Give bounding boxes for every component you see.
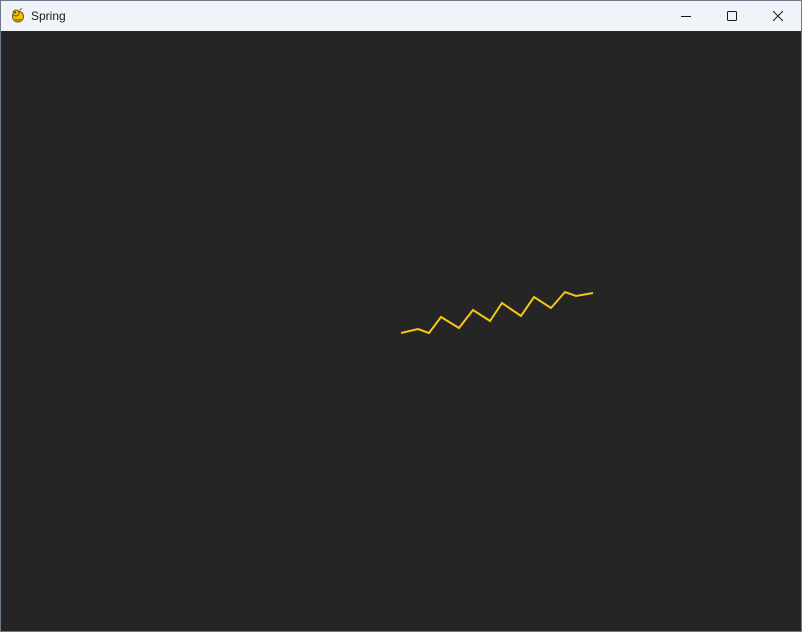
close-button[interactable] bbox=[755, 1, 801, 31]
spring-line bbox=[400, 290, 594, 335]
window-title: Spring bbox=[31, 9, 66, 23]
title-bar[interactable]: Spring bbox=[1, 1, 801, 31]
maximize-button[interactable] bbox=[709, 1, 755, 31]
maximize-icon bbox=[727, 11, 737, 21]
game-canvas[interactable] bbox=[1, 31, 801, 631]
pygame-snake-icon bbox=[10, 7, 26, 23]
window-controls bbox=[663, 1, 801, 31]
close-icon bbox=[773, 11, 783, 21]
app-window: Spring bbox=[0, 0, 802, 632]
minimize-icon bbox=[681, 11, 691, 21]
minimize-button[interactable] bbox=[663, 1, 709, 31]
